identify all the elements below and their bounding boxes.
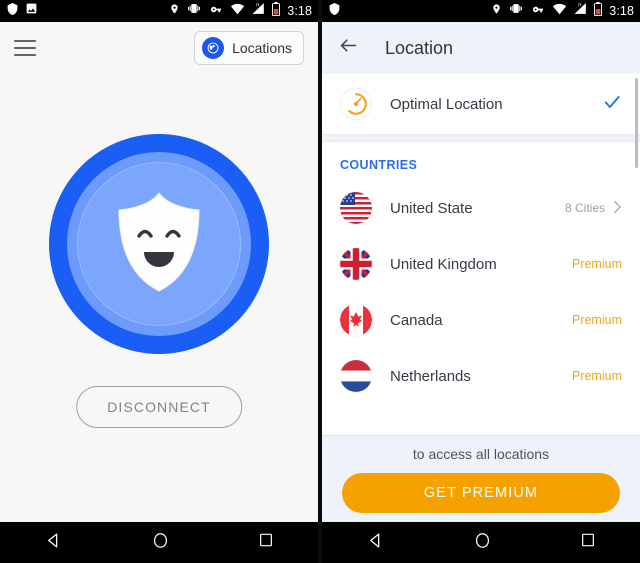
country-name: United Kingdom	[390, 255, 497, 273]
shield-icon	[328, 2, 341, 21]
check-icon	[602, 92, 622, 117]
wifi-icon	[230, 2, 245, 20]
optimal-location-row[interactable]: Optimal Location	[322, 74, 640, 134]
right-phone-screen: R 3:18 Location Optimal Location COUNTRI…	[322, 0, 640, 563]
locations-button[interactable]: Locations	[194, 31, 304, 65]
premium-promo-text: to access all locations	[412, 445, 550, 462]
location-pin-icon	[169, 2, 180, 21]
nav-back-triangle-icon[interactable]	[44, 531, 63, 555]
dual-screenshot: R 3:18 Locations DISCONNECT R 3:18 Locat…	[0, 0, 640, 563]
vibrate-icon	[186, 2, 202, 20]
flag-uk-icon	[340, 248, 372, 280]
section-divider	[322, 134, 640, 142]
svg-text:R: R	[256, 3, 260, 9]
status-bar-clock: 3:18	[287, 4, 312, 18]
status-bar-left: R 3:18	[0, 0, 318, 22]
chevron-right-icon[interactable]	[612, 200, 622, 216]
country-meta: Premium	[572, 257, 622, 271]
flag-us-icon	[340, 192, 372, 224]
nav-home-circle-icon[interactable]	[151, 531, 170, 555]
countries-list: United State 8 Cities United Kingdom Pre…	[322, 180, 640, 404]
nav-back-triangle-icon[interactable]	[366, 531, 385, 555]
country-meta: 8 Cities	[565, 200, 622, 216]
countries-section-header: COUNTRIES	[340, 158, 418, 172]
get-premium-button[interactable]: GET PREMIUM	[342, 472, 620, 513]
shield-mascot-smiling-icon	[111, 190, 207, 299]
disconnect-button[interactable]: DISCONNECT	[76, 386, 242, 428]
list-scrollbar[interactable]	[635, 78, 638, 168]
image-icon	[25, 2, 38, 20]
country-meta: Premium	[572, 313, 622, 327]
location-list-container: Optimal Location COUNTRIES United State …	[322, 74, 640, 522]
nav-recents-square-icon[interactable]	[580, 532, 596, 553]
vpn-key-icon	[208, 2, 224, 20]
cellular-signal-roaming-icon: R	[573, 2, 588, 20]
wifi-icon	[552, 2, 567, 20]
status-bar-right: R 3:18	[322, 0, 640, 22]
vibrate-icon	[508, 2, 524, 20]
location-app-bar: Location	[322, 22, 640, 74]
status-bar-notifications	[6, 2, 38, 21]
status-bar-clock: 3:18	[609, 4, 634, 18]
dial-mid-ring	[67, 152, 251, 336]
table-row[interactable]: United State 8 Cities	[322, 180, 640, 236]
android-nav-bar-right	[322, 522, 640, 563]
locations-button-label: Locations	[232, 40, 292, 56]
status-bar-system-icons: R 3:18	[169, 1, 312, 21]
cellular-signal-roaming-icon: R	[251, 2, 266, 20]
location-pin-icon	[491, 2, 502, 21]
country-name: United State	[390, 199, 473, 217]
table-row[interactable]: Netherlands Premium	[322, 348, 640, 404]
country-meta: Premium	[572, 369, 622, 383]
battery-icon	[594, 1, 603, 21]
page-title: Location	[385, 37, 454, 58]
city-count-label: 8 Cities	[564, 201, 605, 215]
premium-promo-footer: to access all locations GET PREMIUM	[322, 435, 640, 522]
table-row[interactable]: United Kingdom Premium	[322, 236, 640, 292]
back-arrow-icon[interactable]	[338, 35, 359, 61]
speedometer-icon	[340, 88, 372, 120]
hamburger-menu-icon[interactable]	[14, 40, 36, 56]
nav-home-circle-icon[interactable]	[473, 531, 492, 555]
left-app-bar: Locations	[0, 22, 318, 74]
status-bar-notifications-right	[328, 2, 341, 21]
country-name: Canada	[390, 311, 443, 329]
flag-nl-icon	[340, 360, 372, 392]
premium-badge: Premium	[571, 257, 622, 271]
premium-badge: Premium	[571, 369, 622, 383]
premium-badge: Premium	[571, 313, 622, 327]
country-name: Netherlands	[390, 367, 471, 385]
left-phone-screen: R 3:18 Locations DISCONNECT	[0, 0, 318, 563]
vpn-key-icon	[530, 2, 546, 20]
globe-icon	[202, 37, 225, 59]
left-main-content: DISCONNECT	[0, 74, 318, 522]
connection-status-dial[interactable]	[49, 134, 269, 354]
table-row[interactable]: Canada Premium	[322, 292, 640, 348]
dial-inner-ring	[77, 162, 241, 326]
optimal-location-label: Optimal Location	[390, 95, 503, 113]
status-bar-system-icons-right: R 3:18	[491, 1, 634, 21]
battery-icon	[272, 1, 281, 21]
flag-ca-icon	[340, 304, 372, 336]
android-nav-bar-left	[0, 522, 318, 563]
svg-text:R: R	[578, 3, 582, 9]
nav-recents-square-icon[interactable]	[258, 532, 274, 553]
shield-icon	[6, 2, 19, 21]
